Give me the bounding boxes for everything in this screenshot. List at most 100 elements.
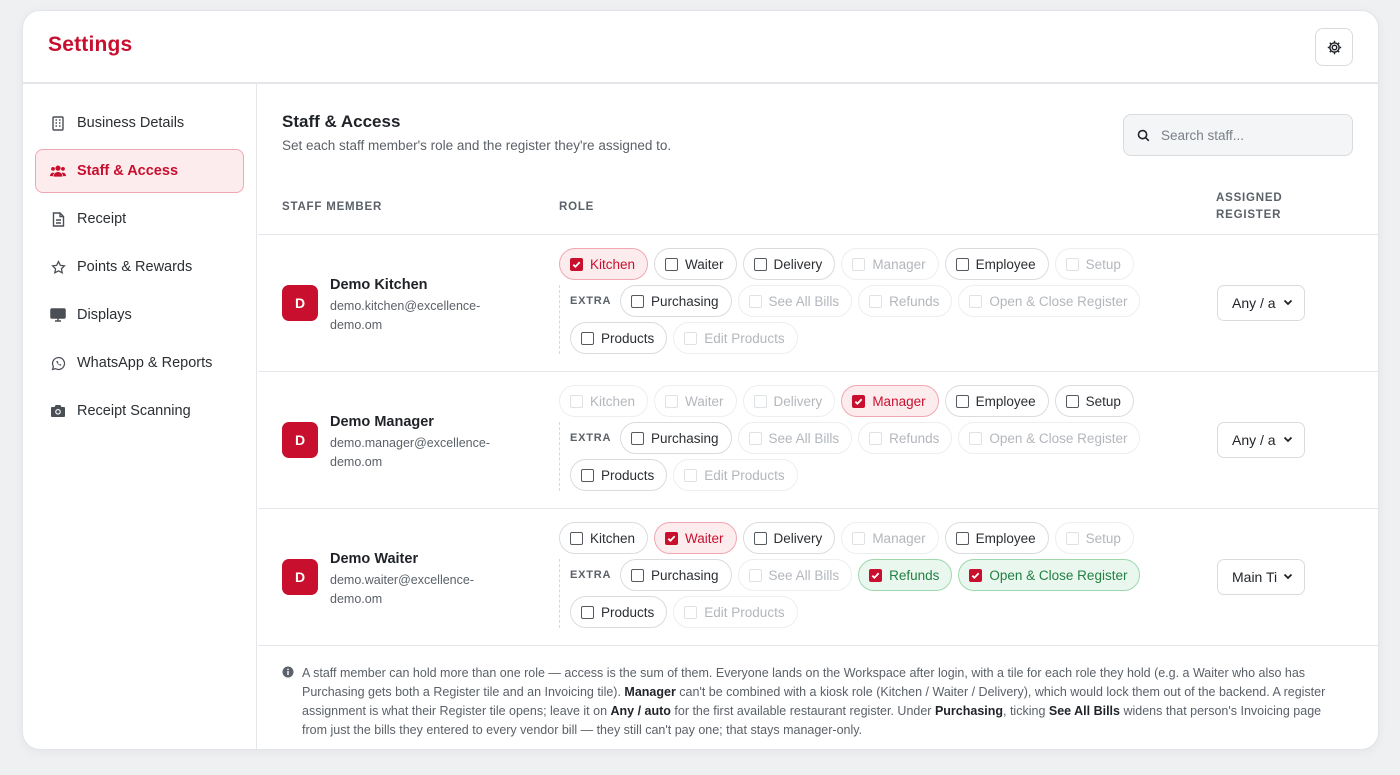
staff-name: Demo Kitchen — [330, 277, 428, 293]
star-icon — [50, 259, 66, 275]
extra-refunds-checkbox: Refunds — [858, 422, 953, 454]
checkbox-label: Purchasing — [651, 430, 719, 446]
checkbox-label: Delivery — [773, 530, 823, 546]
checkbox-box — [869, 568, 883, 582]
register-select[interactable]: Any / a — [1217, 285, 1305, 321]
extra-line-products: Products Edit Products — [570, 596, 1140, 628]
staff-row: D Demo Kitchen demo.kitchen@excellence-dem… — [258, 235, 1378, 372]
checkbox-label: Refunds — [889, 567, 940, 583]
staff-name: Demo Manager — [330, 414, 434, 430]
sidebar-item-displays[interactable]: Displays — [35, 293, 244, 337]
extra-purchasing-checkbox[interactable]: Purchasing — [620, 285, 732, 317]
info-note: A staff member can hold more than one ro… — [282, 664, 1348, 740]
extra-label: EXTRA — [570, 569, 612, 581]
sidebar-item-staff-access[interactable]: Staff & Access — [35, 149, 244, 193]
checkbox-label: Manager — [872, 393, 926, 409]
role-delivery-checkbox[interactable]: Delivery — [742, 248, 836, 280]
register-select[interactable]: Main Ti — [1217, 559, 1305, 595]
checkbox-box — [581, 331, 594, 345]
role-waiter-checkbox: Waiter — [654, 385, 737, 417]
checkbox-label: Refunds — [889, 293, 940, 309]
role-manager-checkbox: Manager — [841, 522, 939, 554]
role-kitchen-checkbox: Kitchen — [559, 385, 649, 417]
extra-products-checkbox[interactable]: Products — [570, 596, 668, 628]
info-note-text: A staff member can hold more than one ro… — [302, 666, 1326, 737]
building-icon — [50, 115, 66, 131]
role-employee-checkbox[interactable]: Employee — [944, 385, 1049, 417]
role-manager-checkbox: Manager — [841, 248, 939, 280]
sidebar-item-receipt[interactable]: Receipt — [35, 197, 244, 241]
checkbox-box — [684, 331, 698, 345]
checkbox-label: Setup — [1085, 393, 1121, 409]
search-input[interactable] — [1161, 127, 1341, 143]
register-select[interactable]: Any / a — [1217, 422, 1305, 458]
receipt-icon — [50, 211, 66, 227]
search-icon — [1137, 129, 1150, 141]
role-kitchen-checkbox[interactable]: Kitchen — [559, 522, 649, 554]
camera-icon — [50, 403, 66, 419]
role-selector: Kitchen Waiter Delivery Manager Employee Setu… — [559, 385, 1141, 496]
role-waiter-checkbox[interactable]: Waiter — [654, 522, 737, 554]
column-header-role: ROLE — [559, 201, 595, 213]
checkbox-label: Delivery — [773, 256, 823, 272]
checkbox-label: Kitchen — [590, 393, 636, 409]
extra-purchasing-checkbox[interactable]: Purchasing — [620, 422, 732, 454]
role-line: Kitchen Waiter Delivery Manager Employee Setu… — [559, 522, 1140, 554]
extra-open-and-close-register-checkbox: Open & Close Register — [958, 422, 1141, 454]
checkbox-label: See All Bills — [768, 567, 840, 583]
staff-email: demo.waiter@excellence-demo.om — [330, 573, 475, 606]
extra-open-and-close-register-checkbox[interactable]: Open & Close Register — [958, 559, 1141, 591]
main-content: Staff & Access Set each staff member's r… — [258, 84, 1378, 749]
extra-refunds-checkbox[interactable]: Refunds — [858, 559, 953, 591]
info-icon — [282, 666, 294, 678]
extra-see-all-bills-checkbox: See All Bills — [737, 422, 853, 454]
checkbox-label: Open & Close Register — [989, 567, 1128, 583]
extra-purchasing-checkbox[interactable]: Purchasing — [620, 559, 732, 591]
checkbox-box — [955, 394, 969, 408]
role-waiter-checkbox[interactable]: Waiter — [654, 248, 737, 280]
extra-line: EXTRA Purchasing See All Bills Refunds Open … — [570, 559, 1141, 591]
checkbox-box — [852, 531, 866, 545]
role-delivery-checkbox[interactable]: Delivery — [742, 522, 836, 554]
settings-gear-button[interactable] — [1315, 28, 1353, 66]
checkbox-box — [753, 531, 767, 545]
role-setup-checkbox[interactable]: Setup — [1054, 385, 1134, 417]
avatar: D — [282, 422, 318, 458]
role-employee-checkbox[interactable]: Employee — [944, 522, 1049, 554]
checkbox-label: Edit Products — [704, 604, 785, 620]
extra-products-checkbox[interactable]: Products — [570, 322, 668, 354]
checkbox-box — [753, 257, 767, 271]
extra-open-and-close-register-checkbox: Open & Close Register — [958, 285, 1141, 317]
sidebar-item-label: Receipt — [77, 211, 127, 227]
role-employee-checkbox[interactable]: Employee — [944, 248, 1049, 280]
staff-row: D Demo Waiter demo.waiter@excellence-demo.… — [258, 509, 1378, 646]
whatsapp-icon — [50, 355, 66, 371]
sidebar-item-label: Staff & Access — [77, 163, 179, 179]
extra-label: EXTRA — [570, 432, 612, 444]
checkbox-label: Employee — [975, 256, 1036, 272]
role-kitchen-checkbox[interactable]: Kitchen — [559, 248, 649, 280]
sidebar-item-receipt-scanning[interactable]: Receipt Scanning — [35, 389, 244, 433]
register-select-value: Any / a — [1232, 295, 1276, 311]
extra-products-checkbox[interactable]: Products — [570, 459, 668, 491]
sidebar-item-whatsapp-reports[interactable]: WhatsApp & Reports — [35, 341, 244, 385]
role-line: Kitchen Waiter Delivery Manager Employee Setu… — [559, 385, 1140, 417]
role-selector: Kitchen Waiter Delivery Manager Employee Setu… — [559, 522, 1141, 633]
section-subtitle: Set each staff member's role and the reg… — [282, 138, 672, 153]
checkbox-label: Setup — [1085, 256, 1121, 272]
checkbox-label: Employee — [975, 393, 1036, 409]
staff-email: demo.manager@excellence-demo.om — [330, 436, 490, 469]
extra-see-all-bills-checkbox: See All Bills — [737, 285, 853, 317]
checkbox-label: Manager — [872, 256, 926, 272]
checkbox-label: Waiter — [685, 256, 724, 272]
checkbox-box — [665, 257, 679, 271]
sidebar-item-business-details[interactable]: Business Details — [35, 101, 244, 145]
checkbox-label: Waiter — [685, 530, 724, 546]
checkbox-box — [684, 605, 698, 619]
checkbox-label: Purchasing — [651, 567, 719, 583]
role-manager-checkbox[interactable]: Manager — [841, 385, 939, 417]
checkbox-box — [665, 531, 679, 545]
sidebar-item-points-rewards[interactable]: Points & Rewards — [35, 245, 244, 289]
checkbox-label: Waiter — [685, 393, 724, 409]
checkbox-box — [852, 257, 866, 271]
